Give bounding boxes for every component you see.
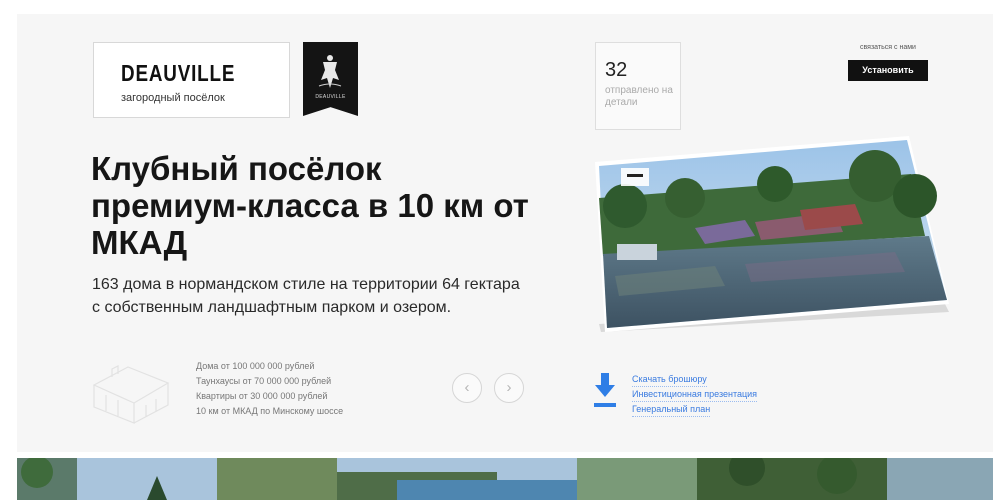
contact-button[interactable]: Установить [848,60,928,81]
contact-caption: связаться с нами [860,44,916,51]
brand-logo[interactable]: DEAUVILLE загородный посёлок [93,42,290,118]
fact-item: Дома от 100 000 000 рублей [196,361,315,371]
download-links: Скачать брошюру Инвестиционная презентац… [632,372,782,417]
carousel-next-button[interactable]: › [494,373,524,403]
download-presentation-link[interactable]: Инвестиционная презентация [632,387,758,402]
house-sketch-icon [92,365,170,424]
fact-item: Таунхаусы от 70 000 000 рублей [196,376,332,386]
stat-label: отправлено на детали [605,85,673,108]
hero-description: 163 дома в нормандском стиле на территор… [92,276,520,316]
brand-subtitle: загородный посёлок [121,92,225,104]
brand-name: DEAUVILLE [121,60,236,86]
emblem-caption: DEAUVILLE [315,94,346,100]
fact-item: Квартиры от 30 000 000 рублей [196,391,328,401]
download-arrow-icon[interactable] [592,371,618,411]
stat-card: 32 отправлено на детали [595,42,681,130]
landscape-photo [17,458,993,500]
download-brochure-link[interactable]: Скачать брошюру [632,372,707,387]
facts-list: Дома от 100 000 000 рублей Таунхаусы от … [196,359,426,419]
page-title: Клубный посёлок премиум-класса в 10 км о… [91,150,529,261]
fact-item: 10 км от МКАД по Минскому шоссе [196,406,344,416]
crest-emblem-icon: DEAUVILLE [303,42,358,116]
download-masterplan-link[interactable]: Генеральный план [632,402,711,417]
stat-value: 32 [605,59,628,81]
brochure-image[interactable] [595,136,950,341]
carousel-prev-button[interactable]: ‹ [452,373,482,403]
